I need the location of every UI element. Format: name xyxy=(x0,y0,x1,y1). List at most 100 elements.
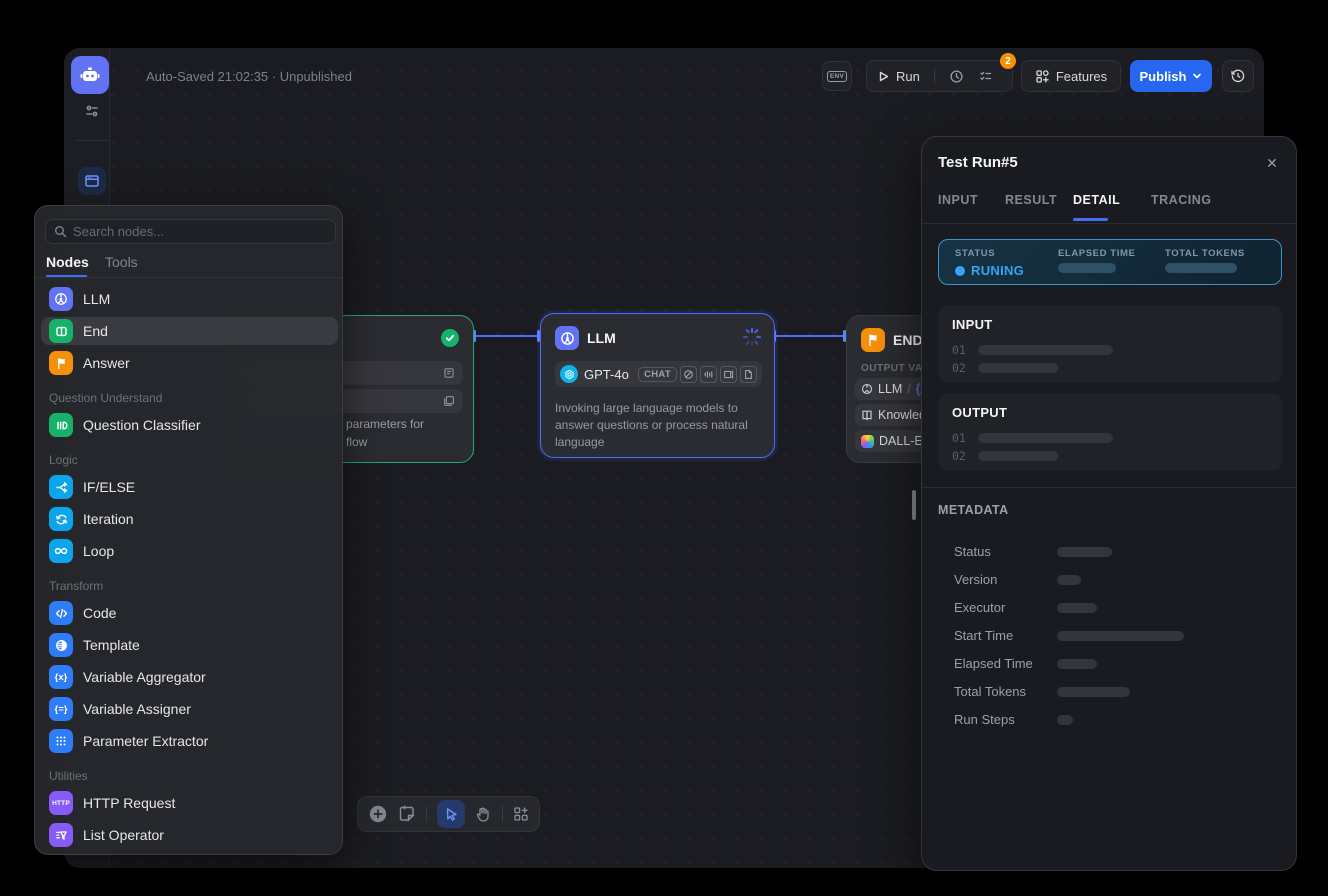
active-tab-underline xyxy=(1073,218,1108,221)
notification-badge: 2 xyxy=(1000,53,1016,69)
end-flag-icon xyxy=(861,328,885,352)
node-search-panel: Nodes Tools LLM End Answer Question Unde… xyxy=(34,205,343,855)
group-logic: Logic xyxy=(49,453,78,467)
checklist-icon[interactable] xyxy=(978,69,993,84)
node-item-end[interactable]: End xyxy=(41,317,338,345)
tab-nodes[interactable]: Nodes xyxy=(46,254,89,270)
loop-icon xyxy=(49,539,73,563)
meta-label: Run Steps xyxy=(954,712,1057,727)
publish-button[interactable]: Publish xyxy=(1130,60,1212,92)
node-item-loop[interactable]: Loop xyxy=(41,537,338,565)
status-card: STATUS RUNING ELAPSED TIME TOTAL TOKENS xyxy=(938,239,1282,285)
group-transform: Transform xyxy=(49,579,103,593)
skeleton-loader xyxy=(1057,603,1097,613)
meta-label: Elapsed Time xyxy=(954,656,1057,671)
node-item-answer[interactable]: Answer xyxy=(41,349,338,377)
start-node-description: parameters for flow xyxy=(346,415,424,451)
panel-resize-handle[interactable] xyxy=(912,490,916,520)
audio-capability-icon xyxy=(700,366,717,383)
paragraph-field-icon xyxy=(443,395,455,407)
search-box[interactable] xyxy=(45,219,336,244)
vision-capability-icon xyxy=(680,366,697,383)
node-item-list-operator[interactable]: List Operator xyxy=(41,821,338,849)
meta-label: Total Tokens xyxy=(954,684,1057,699)
tab-tools[interactable]: Tools xyxy=(105,254,138,270)
app-logo[interactable] xyxy=(71,56,109,94)
tab-result[interactable]: RESULT xyxy=(1005,193,1057,207)
line-number: 02 xyxy=(952,449,966,463)
input-card: INPUT 01 02 xyxy=(938,305,1282,383)
path-separator: / xyxy=(907,382,910,396)
parameter-extractor-icon xyxy=(49,729,73,753)
model-selector[interactable]: GPT-4o CHAT xyxy=(555,361,762,387)
line-number: 01 xyxy=(952,431,966,445)
history-icon xyxy=(1230,68,1246,84)
elapsed-time-label: ELAPSED TIME xyxy=(1058,248,1135,259)
run-button[interactable]: Run xyxy=(896,69,920,84)
organize-nodes-button[interactable] xyxy=(513,806,529,822)
model-name: GPT-4o xyxy=(584,367,629,382)
status-label: STATUS xyxy=(955,248,1024,259)
llm-node[interactable]: LLM GPT-4o CHAT xyxy=(540,313,775,458)
node-item-if-else[interactable]: IF/ELSE xyxy=(41,473,338,501)
skeleton-loader xyxy=(1057,687,1130,697)
output-var-source: DALL-E xyxy=(879,434,923,448)
tab-tracing[interactable]: TRACING xyxy=(1151,193,1211,207)
text-field-icon xyxy=(443,367,455,379)
node-item-variable-assigner[interactable]: {=} Variable Assigner xyxy=(41,695,338,723)
run-button-group: Run xyxy=(866,60,1013,92)
line-number: 01 xyxy=(952,343,966,357)
status-value: RUNING xyxy=(971,263,1024,278)
node-item-question-classifier[interactable]: Question Classifier xyxy=(41,411,338,439)
skeleton-loader xyxy=(978,345,1113,355)
add-note-button[interactable] xyxy=(398,805,416,823)
tab-input[interactable]: INPUT xyxy=(938,193,978,207)
pointer-tool-button[interactable] xyxy=(437,800,465,828)
version-history-button[interactable] xyxy=(1222,60,1254,92)
llm-icon xyxy=(555,326,579,350)
node-item-iteration[interactable]: Iteration xyxy=(41,505,338,533)
workflow-app: Auto-Saved 21:02:35 · Unpublished ENV Ru… xyxy=(0,0,1328,896)
meta-label: Start Time xyxy=(954,628,1057,643)
env-variables-button[interactable]: ENV xyxy=(822,61,852,91)
edge-start-to-llm xyxy=(474,335,540,337)
close-icon[interactable]: ✕ xyxy=(1262,153,1282,173)
llm-node-description: Invoking large language models to answer… xyxy=(555,400,762,451)
openai-icon xyxy=(560,365,578,383)
publish-label: Publish xyxy=(1140,69,1187,84)
sidebar-divider xyxy=(76,140,108,141)
add-node-button[interactable] xyxy=(368,804,388,824)
question-classifier-icon xyxy=(49,413,73,437)
canvas-toolbar xyxy=(357,796,540,832)
search-nodes-input[interactable] xyxy=(73,224,327,239)
test-run-panel: Test Run#5 ✕ INPUT RESULT DETAIL TRACING… xyxy=(921,136,1297,871)
skeleton-loader xyxy=(1057,547,1112,557)
preview-panel-button[interactable] xyxy=(78,167,106,195)
preview-window-icon xyxy=(84,173,100,189)
variable-aggregator-icon: {x} xyxy=(49,665,73,689)
node-item-variable-aggregator[interactable]: {x} Variable Aggregator xyxy=(41,663,338,691)
meta-label: Version xyxy=(954,572,1057,587)
env-icon: ENV xyxy=(827,71,847,82)
output-var-source: LLM xyxy=(878,382,902,396)
toolbar-divider xyxy=(934,69,935,83)
code-icon xyxy=(49,601,73,625)
workflow-settings-button[interactable] xyxy=(84,103,100,119)
node-item-llm[interactable]: LLM xyxy=(41,285,338,313)
node-item-http-request[interactable]: HTTP HTTP Request xyxy=(41,789,338,817)
node-item-template[interactable]: Template xyxy=(41,631,338,659)
robot-icon xyxy=(79,64,101,86)
node-item-code[interactable]: Code xyxy=(41,599,338,627)
run-history-clock-icon[interactable] xyxy=(949,69,964,84)
skeleton-loader xyxy=(1057,659,1097,669)
node-item-parameter-extractor[interactable]: Parameter Extractor xyxy=(41,727,338,755)
tab-detail[interactable]: DETAIL xyxy=(1073,193,1120,207)
skeleton-loader xyxy=(1057,631,1184,641)
hand-tool-button[interactable] xyxy=(475,806,492,823)
meta-label: Executor xyxy=(954,600,1057,615)
llm-var-icon xyxy=(861,383,873,395)
llm-node-title: LLM xyxy=(587,330,616,346)
features-button[interactable]: Features xyxy=(1021,60,1121,92)
play-icon[interactable] xyxy=(877,70,890,83)
http-request-icon: HTTP xyxy=(49,791,73,815)
